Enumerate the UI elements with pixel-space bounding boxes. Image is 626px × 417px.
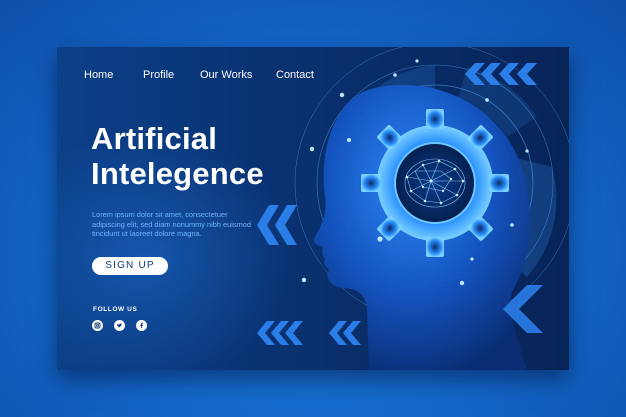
hero-description: Lorem ipsum dolor sit amet, consectetuer… (92, 210, 251, 239)
sign-up-button[interactable]: SIGN UP (92, 257, 168, 275)
nav-contact-link[interactable]: Contact (276, 69, 314, 81)
nav-our-works-link[interactable]: Our Works (200, 69, 252, 81)
facebook-icon[interactable] (136, 320, 147, 331)
landing-card: Home Profile Our Works Contact Artificia… (57, 47, 569, 370)
follow-us-heading: FOLLOW US (93, 306, 138, 313)
nav-home-link[interactable]: Home (84, 69, 113, 81)
nav-profile-link[interactable]: Profile (143, 69, 174, 81)
hero-title-line-2: Intelegence (91, 156, 264, 191)
instagram-icon[interactable] (92, 320, 103, 331)
twitter-icon[interactable] (114, 320, 125, 331)
hero-title-line-1: Artificial (91, 121, 218, 156)
hero-title: Artificial Intelegence (91, 121, 264, 191)
ai-head-illustration (257, 47, 569, 370)
